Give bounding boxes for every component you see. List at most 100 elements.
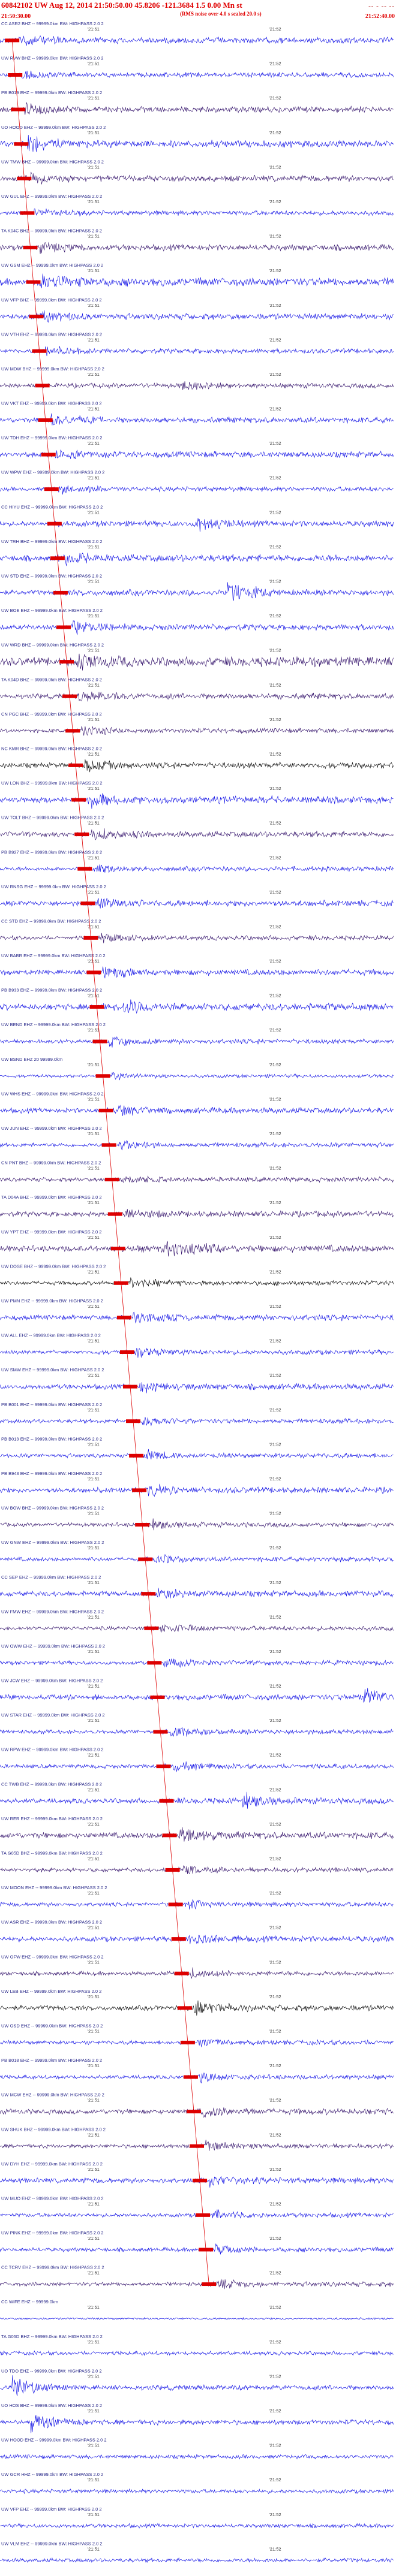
time-tick-label: ’21:52 [269,1304,281,1309]
waveform-trace [0,2375,394,2396]
trace-row: UW ASR EHZ -- 99999.0km BW: HIGHPASS 2.0… [0,1920,394,1944]
time-tick-label: ’21:51 [87,2167,99,2172]
trace-row: UW OFW EHZ -- 99999.0km BW: HIGHPASS 2.0… [0,1954,394,1980]
time-tick-label: ’21:52 [269,61,281,67]
waveform-trace [0,2350,394,2357]
station-label: UW LON BHZ -- 99999.0km BW: HIGHPASS 2.0… [1,780,103,786]
station-label: UO HOOD EHZ -- 99999.0km BW: HIGHPASS 2.… [1,125,106,130]
trace-row: PB B933 EHZ -- 99999.0km BW: HIGHPASS 2.… [0,988,394,1014]
waveform-trace [0,2454,394,2460]
waveform-trace [0,1072,394,1081]
trace-row: UW BSND EHZ 20 99999.0km ’21:51 ’21:52 [0,1057,394,1081]
trace-row: TA K04D BHZ -- 99999.0km BW: HIGHPASS 2.… [0,677,394,702]
time-tick-label: ’21:52 [269,1821,281,1827]
time-tick-label: ’21:51 [87,579,99,584]
waveform-trace [0,898,394,909]
time-tick-label: ’21:52 [269,1476,281,1482]
time-tick-label: ’21:52 [269,648,281,653]
waveform-trace [0,1277,394,1289]
time-tick-label: ’21:51 [87,475,99,481]
station-label: NC KMR BHZ -- 99999.0km BW: HIGHPASS 2.0… [1,746,102,751]
time-tick-label: ’21:51 [87,2028,99,2034]
time-tick-label: ’21:52 [269,2028,281,2034]
time-tick-label: ’21:52 [269,1856,281,1862]
trace-row: UW RNSG EHZ -- 99999.0km BW: HIGHPASS 2.… [0,884,394,909]
time-tick-label: ’21:52 [269,993,281,999]
time-tick-label: ’21:52 [269,717,281,722]
time-tick-label: ’21:51 [87,613,99,619]
station-label: UW DOSE BHZ -- 99999.0km BW: HIGHPASS 2.… [1,1263,106,1269]
trace-row: UW MCW EHZ -- 99999.0km BW: HIGHPASS 2.0… [0,2092,394,2117]
waveform-trace [0,691,394,702]
time-tick-label: ’21:52 [269,924,281,929]
station-label: UW DYH EHZ -- 99999.0km BW: HIGHPASS 2.0… [1,2161,103,2167]
station-label: UW JUN EHZ -- 99999.0km BW: HIGHPASS 2.0… [1,1126,102,1131]
time-tick-label: ’21:52 [269,1959,281,1965]
waveform-trace [0,1140,394,1151]
waveform-trace [0,1791,394,1809]
time-tick-label: ’21:52 [269,1235,281,1240]
waveform-trace [0,2523,394,2529]
trace-row: TA D04A BHZ -- 99999.0km BW: HIGHPASS 2.… [0,1195,394,1218]
station-label: UW ASR EHZ -- 99999.0km BW: HIGHPASS 2.0… [1,1920,102,1925]
trace-row: UW DYH EHZ -- 99999.0km BW: HIGHPASS 2.0… [0,2161,394,2188]
trace-row: UW STAR EHZ -- 99999.0km BW: HIGHPASS 2.… [0,1712,394,1737]
time-tick-label: ’21:52 [269,751,281,756]
time-tick-label: ’21:52 [269,509,281,515]
time-tick-label: ’21:52 [269,2546,281,2551]
trace-row: UW TOLT BHZ -- 99999.0km BW: HIGHPASS 2.… [0,815,394,840]
time-tick-label: ’21:52 [269,2098,281,2103]
time-tick-label: ’21:52 [269,821,281,826]
waveform-trace [0,726,394,736]
time-tick-label: ’21:51 [87,1096,99,1102]
trace-row: UW OWW EHZ -- 99999.0km BW: HIGHPASS 2.0… [0,1643,394,1668]
waveform-trace [0,35,394,46]
time-tick-label: ’21:51 [87,889,99,895]
trace-row: UW DOSE BHZ -- 99999.0km BW: HIGHPASS 2.… [0,1263,394,1289]
trace-row: UW HOOD EHZ -- 99999.0km BW: HIGHPASS 2.… [0,2438,394,2460]
station-label: CC HIYU EHZ -- 99999.0km BW: HIGHPASS 2.… [1,504,103,509]
waveform-trace [0,1658,394,1668]
station-label: UW TRH BHZ -- 99999.0km BW: HIGHPASS 2.0… [1,539,102,544]
station-label: UW RPW EHZ -- 99999.0km BW: HIGHPASS 2.0… [1,1747,104,1752]
station-label: UW VFP BHZ -- 99999.0km BW: HIGHPASS 2.0… [1,297,102,303]
waveform-trace [0,2243,394,2255]
time-tick-label: ’21:52 [269,2270,281,2276]
waveform-trace [0,1688,394,1703]
waveform-trace [0,653,394,671]
station-label: UW BOE EHZ -- 99999.0km BW: HIGHPASS 2.0… [1,608,103,613]
station-label: UW GUL EHZ -- 99999.0km BW: HIGHPASS 2.0… [1,194,102,199]
time-tick-label: ’21:52 [269,613,281,619]
end-time-label: 21:52:40.00 [365,13,395,20]
station-label: CN PNT BHZ -- 99999.0km BW: HIGHPASS 2.0… [1,1160,101,1166]
time-tick-label: ’21:52 [269,2477,281,2483]
time-tick-label: ’21:51 [87,1235,99,1240]
waveform-trace [0,2488,394,2494]
trace-row: UW BOW BHZ -- 99999.0km BW: HIGHPASS 2.0… [0,1506,394,1531]
waveform-trace [0,1827,394,1842]
trace-row: CC TCRV EHZ -- 99999.0km BW: HIGHPASS 2.… [0,2265,394,2290]
station-label: UO TDO EHZ -- 99999.0km BW: HIGHPASS 2.0… [1,2368,102,2373]
time-tick-label: ’21:51 [87,2304,99,2310]
station-label: UW YPT EHZ -- 99999.0km BW: HIGHPASS 2.0… [1,1229,101,1235]
time-tick-label: ’21:52 [269,1511,281,1516]
station-label: UW ALL EHZ -- 99999.0km BW: HIGHPASS 2.0… [1,1333,101,1338]
station-label: UW WHS EHZ -- 99999.0km BW: HIGHPASS 2.0… [1,1091,104,1096]
time-tick-label: ’21:52 [269,1925,281,1931]
time-tick-label: ’21:52 [269,2201,281,2206]
trace-row: CC HIYU EHZ -- 99999.0km BW: HIGHPASS 2.… [0,504,394,532]
waveform-trace [0,485,394,495]
waveform-trace [0,2557,394,2563]
time-tick-label: ’21:51 [87,1925,99,1931]
waveform-trace [0,1761,394,1772]
waveform-trace [0,310,394,323]
station-label: UW SHUK BHZ -- 99999.0km BW: HIGHPASS 2.… [1,2126,106,2132]
waveform-trace [0,759,394,773]
time-tick-label: ’21:51 [87,199,99,204]
station-label: UW LEB EHZ -- 99999.0km BW: HIGHPASS 2.0… [1,1989,101,1994]
time-tick-label: ’21:52 [269,268,281,273]
waveform-trace [0,966,394,979]
trace-row: UW YPT EHZ -- 99999.0km BW: HIGHPASS 2.0… [0,1229,394,1257]
waveform-trace [0,999,394,1014]
station-label: TA G05D BHZ -- 99999.0km BW: HIGHPASS 2.… [1,2334,103,2339]
